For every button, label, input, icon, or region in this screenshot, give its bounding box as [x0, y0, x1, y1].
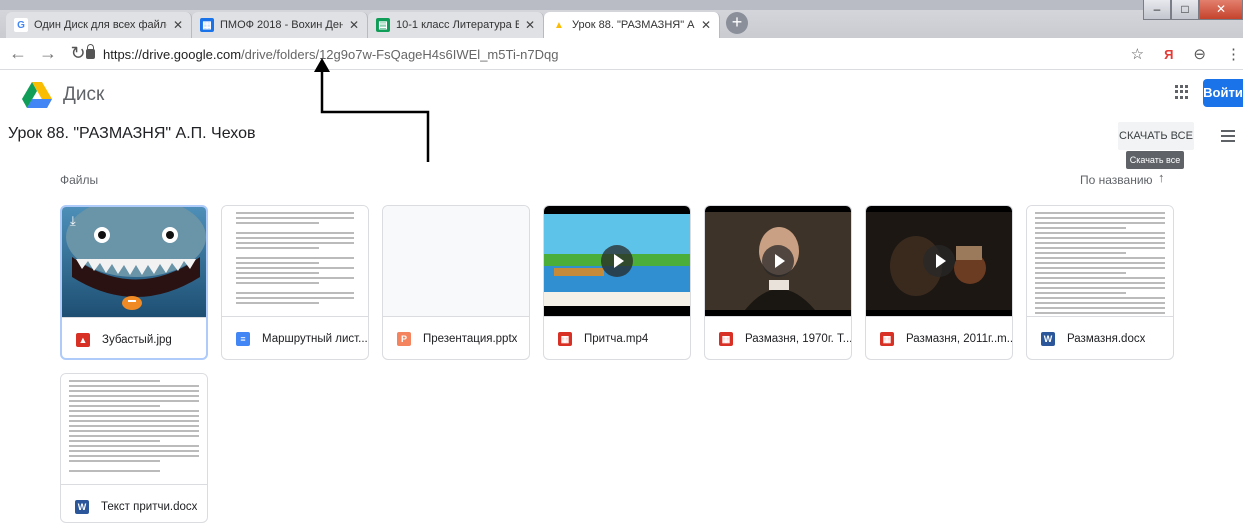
browser-tab[interactable]: ▤ 10-1 класс Литература Вохин Д ✕ — [368, 12, 544, 38]
file-card[interactable]: ≡ Маршрутный лист.... — [221, 205, 369, 360]
slides-icon: P — [397, 332, 411, 346]
address-bar[interactable]: https://drive.google.com/drive/folders/1… — [86, 43, 1146, 65]
list-view-icon[interactable] — [1221, 130, 1235, 142]
file-name: Размазня, 1970г. Т... — [745, 333, 851, 345]
document-preview — [236, 212, 354, 316]
word-icon: W — [75, 500, 89, 514]
maximize-icon[interactable]: □ — [1171, 0, 1199, 20]
forward-icon[interactable]: → — [36, 43, 60, 64]
file-card-footer: ▦ Размазня, 2011г..m... — [866, 316, 1012, 359]
file-thumbnail — [1027, 206, 1173, 316]
file-thumbnail — [61, 374, 207, 484]
new-tab-button[interactable]: + — [726, 12, 748, 34]
file-card[interactable]: ▦ Размазня, 1970г. Т... — [704, 205, 852, 360]
file-card[interactable]: P Презентация.pptx — [382, 205, 530, 360]
play-icon[interactable] — [923, 245, 955, 277]
file-thumbnail — [866, 206, 1012, 316]
tab-title: 10-1 класс Литература Вохин Д — [396, 19, 519, 31]
file-card-footer: ≡ Маршрутный лист.... — [222, 316, 368, 359]
docs-icon: ≡ — [236, 332, 250, 346]
file-name: Маршрутный лист.... — [262, 333, 368, 345]
file-name: Зубастый.jpg — [102, 334, 172, 346]
file-name: Презентация.pptx — [423, 333, 518, 345]
sheets-icon: ▤ — [376, 18, 390, 32]
sort-direction-icon[interactable]: ↑ — [1158, 170, 1165, 185]
tab-title: ПМОФ 2018 - Вохин Денис Ник — [220, 19, 343, 31]
lock-icon — [86, 44, 95, 59]
sign-in-button[interactable]: Войти — [1203, 79, 1243, 107]
file-card-footer: ▦ Размазня, 1970г. Т... — [705, 316, 851, 359]
drive-icon: ▲ — [554, 19, 564, 31]
close-tab-icon[interactable]: ✕ — [349, 18, 359, 32]
download-all-button[interactable]: СКАЧАТЬ ВСЕ — [1118, 122, 1194, 150]
file-name: Размазня.docx — [1067, 333, 1146, 345]
tab-bar-strip — [0, 0, 1243, 10]
close-tab-icon[interactable]: ✕ — [701, 18, 711, 32]
file-thumbnail — [222, 206, 368, 316]
file-thumbnail — [705, 206, 851, 316]
profile-icon[interactable]: ⊖ — [1193, 45, 1206, 63]
file-thumbnail — [544, 206, 690, 316]
file-card-footer: P Презентация.pptx — [383, 316, 529, 359]
play-icon[interactable] — [762, 245, 794, 277]
browser-tab[interactable]: G Один Диск для всех файлов ✕ — [6, 12, 192, 38]
file-card[interactable]: W Размазня.docx — [1026, 205, 1174, 360]
menu-icon[interactable]: ⋮ — [1226, 45, 1241, 63]
file-name: Размазня, 2011г..m... — [906, 333, 1012, 345]
file-card-footer: ▲ Зубастый.jpg — [62, 317, 206, 358]
bookmark-star-icon[interactable]: ☆ — [1131, 45, 1144, 63]
drive-app-name[interactable]: Диск — [63, 84, 104, 106]
yandex-extension-icon[interactable]: Я — [1164, 47, 1173, 62]
video-icon: ▦ — [880, 332, 894, 346]
folder-title: Урок 88. "РАЗМАЗНЯ" А.П. Чехов — [8, 125, 256, 142]
url-path: /drive/folders/12g9o7w-FsQageH4s6IWEl_m5… — [241, 46, 559, 62]
word-icon: W — [1041, 332, 1055, 346]
drive-header: Диск Войти — [0, 70, 1243, 118]
video-icon: ▦ — [558, 332, 572, 346]
browser-tab[interactable]: ▦ ПМОФ 2018 - Вохин Денис Ник ✕ — [192, 12, 368, 38]
minimize-icon[interactable]: – — [1143, 0, 1171, 20]
sort-by-name-button[interactable]: По названию — [1080, 173, 1153, 187]
document-preview — [1035, 212, 1165, 316]
image-icon: ▲ — [76, 333, 90, 347]
close-tab-icon[interactable]: ✕ — [525, 18, 535, 32]
window-controls: – □ ✕ — [1143, 0, 1243, 22]
drive-logo-icon[interactable] — [22, 82, 52, 108]
download-icon[interactable]: ⤓ — [70, 213, 76, 229]
file-thumbnail: ⤓ — [62, 207, 206, 317]
tab-title: Урок 88. "РАЗМАЗНЯ" А.П. Чехо — [572, 19, 695, 31]
download-all-tooltip: Скачать все — [1126, 151, 1184, 169]
tab-title: Один Диск для всех файлов — [34, 19, 167, 31]
browser-tab-bar: G Один Диск для всех файлов ✕ ▦ ПМОФ 201… — [0, 0, 1243, 38]
shark-thumbnail-image — [66, 207, 206, 310]
file-card-footer: W Размазня.docx — [1027, 316, 1173, 359]
url-host: https://drive.google.com — [103, 46, 242, 62]
file-card[interactable]: ⤓ ▲ Зубастый.jpg — [60, 205, 208, 360]
back-icon[interactable]: ← — [6, 43, 30, 64]
toolbar-right: ☆ Я ⊖ ⋮ — [1121, 38, 1243, 70]
file-card[interactable]: ▦ Притча.mp4 — [543, 205, 691, 360]
close-window-icon[interactable]: ✕ — [1199, 0, 1243, 20]
document-preview — [69, 380, 199, 484]
files-section-label: Файлы — [60, 173, 99, 187]
file-thumbnail — [383, 206, 529, 316]
file-card[interactable]: W Текст притчи.docx — [60, 373, 208, 523]
calendar-icon: ▦ — [200, 18, 214, 32]
close-tab-icon[interactable]: ✕ — [173, 18, 183, 32]
file-card[interactable]: ▦ Размазня, 2011г..m... — [865, 205, 1013, 360]
google-icon: G — [14, 18, 28, 32]
file-name: Текст притчи.docx — [101, 501, 198, 513]
file-name: Притча.mp4 — [584, 333, 649, 345]
file-card-footer: ▦ Притча.mp4 — [544, 316, 690, 359]
browser-toolbar: ← → ↻ https://drive.google.com/drive/fol… — [0, 38, 1243, 70]
browser-tab-active[interactable]: ▲ Урок 88. "РАЗМАЗНЯ" А.П. Чехо ✕ — [544, 12, 720, 38]
play-icon[interactable] — [601, 245, 633, 277]
file-card-footer: W Текст притчи.docx — [61, 484, 207, 522]
google-apps-icon[interactable] — [1175, 85, 1189, 99]
video-icon: ▦ — [719, 332, 733, 346]
